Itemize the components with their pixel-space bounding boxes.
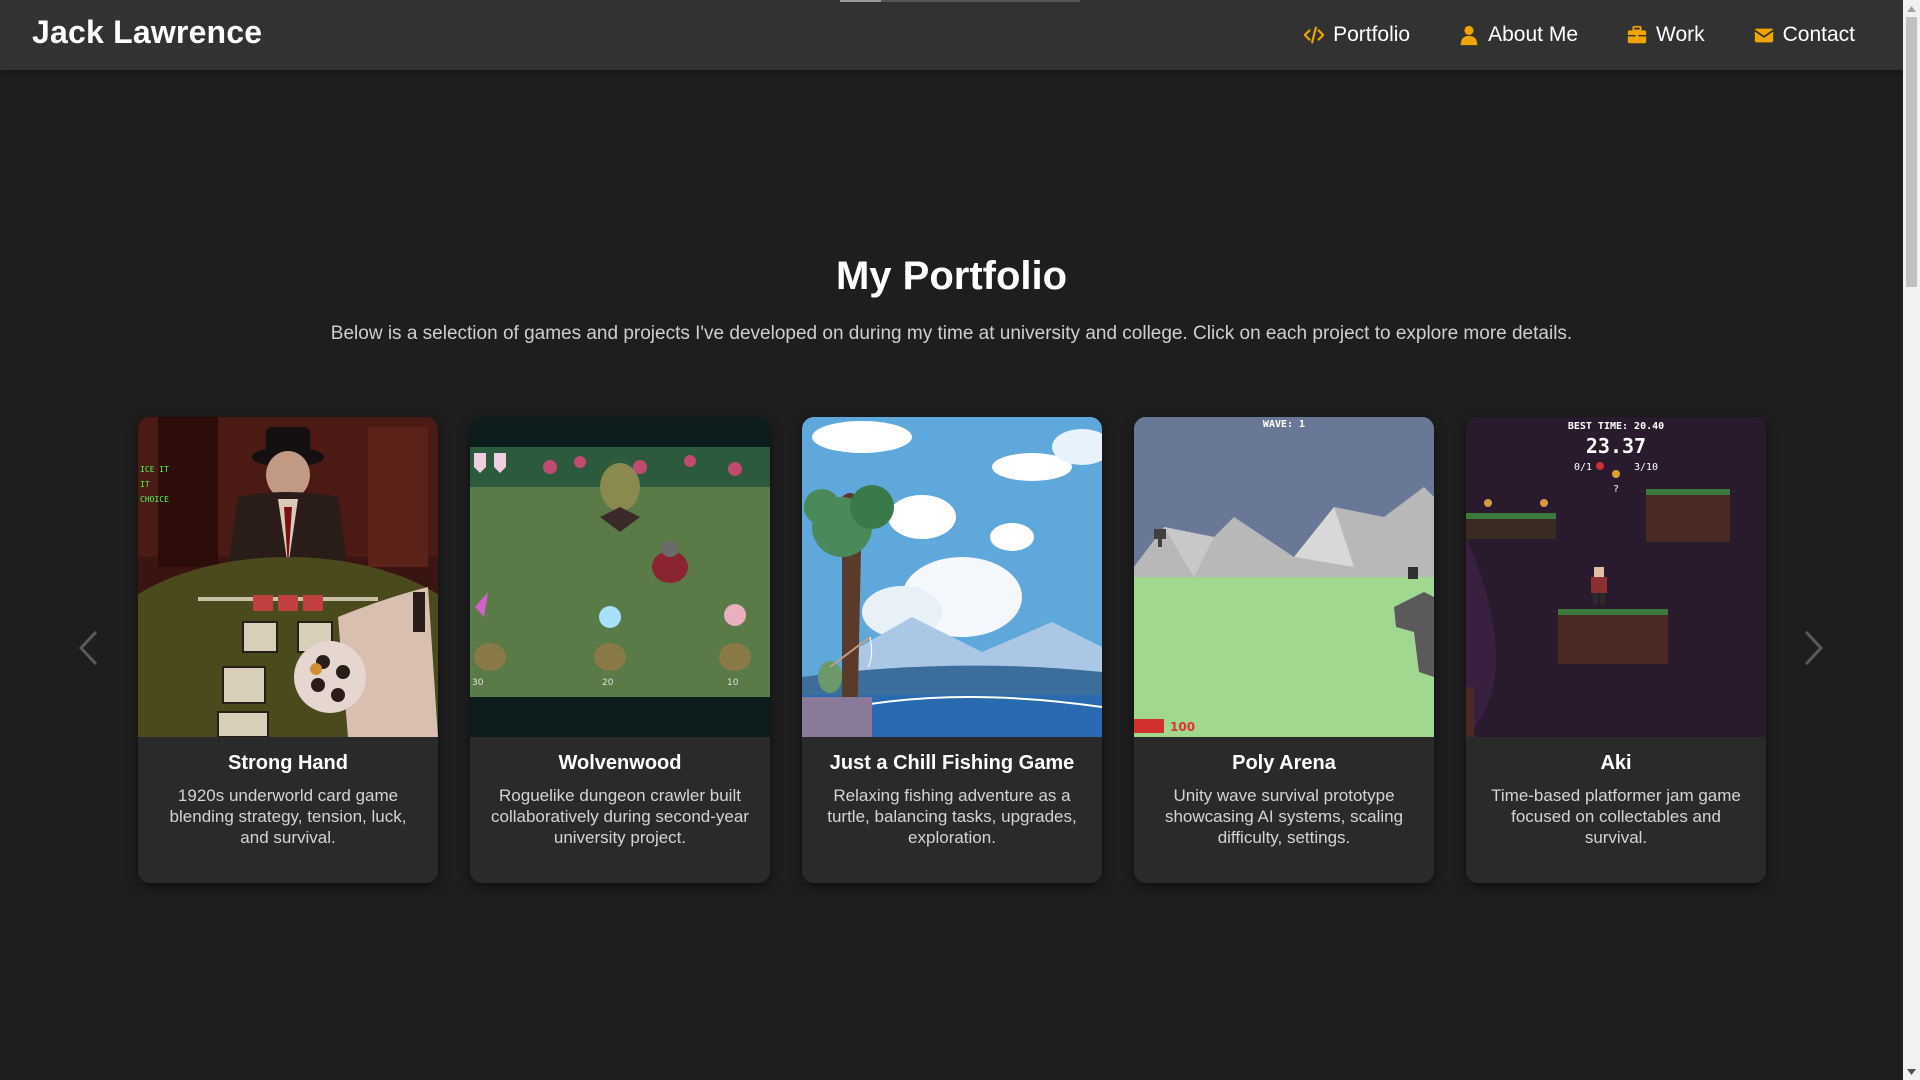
nav-label-work: Work xyxy=(1656,23,1705,46)
project-description: Roguelike dungeon crawler built collabor… xyxy=(491,786,749,847)
overlay-text: WAVE: 1 xyxy=(1263,419,1305,430)
project-thumbnail-strong-hand: ICE IT IT CHOICE xyxy=(138,417,438,737)
user-icon xyxy=(1460,25,1478,46)
project-title: Strong Hand xyxy=(228,752,348,774)
overlay-text: 20 xyxy=(602,678,614,688)
nav-item-work[interactable]: Work xyxy=(1626,23,1705,47)
overlay-text: BEST TIME: 20.40 xyxy=(1568,421,1664,432)
project-title: Just a Chill Fishing Game xyxy=(829,752,1075,774)
project-description: Relaxing fishing adventure as a turtle, … xyxy=(827,786,1077,847)
overlay-text: 100 xyxy=(1170,720,1195,734)
project-title: Poly Arena xyxy=(1232,752,1336,774)
overlay-text: IT xyxy=(140,480,150,489)
site-brand[interactable]: Jack Lawrence xyxy=(32,14,262,51)
project-title: Wolvenwood xyxy=(558,752,682,774)
project-title: Aki xyxy=(1600,752,1632,774)
overlay-text: 10 xyxy=(727,678,739,688)
overlay-text: ICE IT xyxy=(140,465,169,474)
chevron-right-icon xyxy=(1804,630,1824,666)
carousel-prev-button[interactable] xyxy=(68,626,108,670)
portfolio-subtitle: Below is a selection of games and projec… xyxy=(330,323,1573,344)
overlay-text: 3/10 xyxy=(1634,462,1658,473)
project-thumbnail-fishing-game xyxy=(802,417,1102,737)
project-thumbnail-wolvenwood: 30 20 10 xyxy=(470,417,770,737)
scrollbar-thumb[interactable] xyxy=(1906,17,1917,287)
envelope-icon xyxy=(1753,28,1774,43)
nav-label-about: About Me xyxy=(1488,23,1578,46)
overlay-text: ? xyxy=(1613,484,1619,495)
carousel-next-button[interactable] xyxy=(1794,626,1834,670)
nav-item-about[interactable]: About Me xyxy=(1458,23,1578,47)
nav-label-contact: Contact xyxy=(1782,23,1855,46)
portfolio-title: My Portfolio xyxy=(835,254,1068,298)
main-nav: Portfolio About Me Work Contact xyxy=(1303,0,1855,70)
scroll-progress-bar xyxy=(840,0,1080,2)
overlay-text: 23.37 xyxy=(1586,434,1646,458)
project-card-strong-hand[interactable]: ICE IT IT CHOICE Strong Hand 1920s under… xyxy=(138,417,438,883)
scroll-down-icon[interactable] xyxy=(1903,1063,1920,1080)
project-card-wolvenwood[interactable]: 30 20 10 Wolvenwood Roguelike dungeon cr… xyxy=(470,417,770,883)
project-card-aki[interactable]: BEST TIME: 20.40 23.37 0/1 3/10 ? Aki Ti… xyxy=(1466,417,1766,883)
project-card-fishing-game[interactable]: Just a Chill Fishing Game Relaxing fishi… xyxy=(802,417,1102,883)
project-description: 1920s underworld card game blending stra… xyxy=(169,786,407,847)
project-description: Time-based platformer jam game focused o… xyxy=(1491,786,1741,847)
chevron-left-icon xyxy=(78,630,98,666)
nav-item-contact[interactable]: Contact xyxy=(1753,23,1855,47)
site-header: Jack Lawrence Portfolio About Me Work Co… xyxy=(0,0,1903,70)
nav-label-portfolio: Portfolio xyxy=(1333,23,1411,46)
page-scrollbar[interactable] xyxy=(1903,0,1920,1080)
scroll-up-icon[interactable] xyxy=(1903,0,1920,17)
nav-item-portfolio[interactable]: Portfolio xyxy=(1303,23,1410,47)
overlay-text: 30 xyxy=(472,678,484,688)
project-description: Unity wave survival prototype showcasing… xyxy=(1164,786,1404,847)
code-icon xyxy=(1303,26,1325,44)
overlay-text: CHOICE xyxy=(140,495,169,504)
project-card-poly-arena[interactable]: WAVE: 1 100 Poly Arena Unity wave surviv… xyxy=(1134,417,1434,883)
project-thumbnail-poly-arena: WAVE: 1 100 xyxy=(1134,417,1434,737)
briefcase-icon xyxy=(1627,25,1647,44)
overlay-text: 0/1 xyxy=(1574,462,1592,473)
project-thumbnail-aki: BEST TIME: 20.40 23.37 0/1 3/10 ? xyxy=(1466,417,1766,737)
